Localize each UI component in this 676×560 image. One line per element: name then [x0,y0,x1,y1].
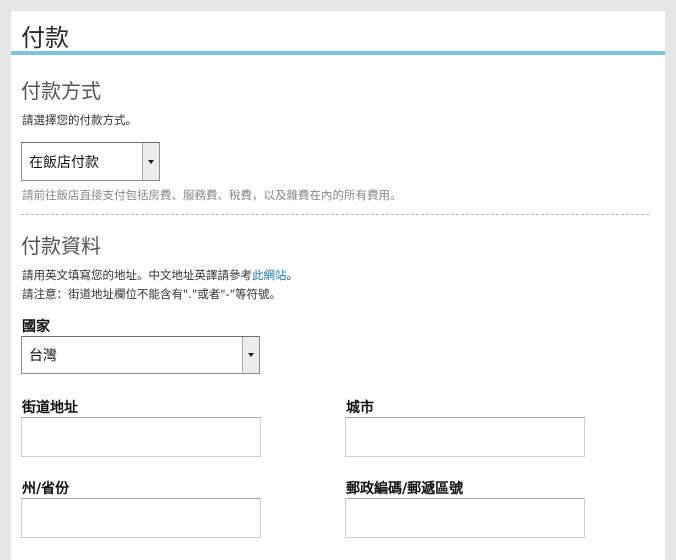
street-address-input[interactable] [21,417,261,457]
country-select[interactable]: 台灣 [21,336,260,374]
city-label: 城市 [346,400,374,416]
instruction-text: 請用英文填寫您的地址。中文地址英譯請參考 [22,268,252,282]
state-province-label: 州/省份 [22,481,70,497]
chevron-down-icon [248,353,254,357]
city-input[interactable] [345,417,585,457]
payment-info-instruction: 請用英文填寫您的地址。中文地址英譯請參考此網站。 [22,267,298,283]
payment-method-heading: 付款方式 [21,79,101,103]
page-title: 付款 [21,24,69,52]
dropdown-arrow-button[interactable] [142,143,159,180]
instruction-end: 。 [286,268,299,282]
payment-method-selected-value: 在飯店付款 [29,154,99,171]
chevron-down-icon [148,159,154,164]
payment-method-select[interactable]: 在飯店付款 [21,142,160,181]
street-address-label: 街道地址 [22,400,78,416]
title-divider [11,51,665,55]
reference-site-link[interactable]: 此網站 [252,268,287,282]
postal-code-label: 郵政編碼/郵遞區號 [346,481,464,497]
payment-panel: 付款 付款方式 請選擇您的付款方式。 在飯店付款 請前往飯店直接支付包括房費、服… [11,11,665,560]
payment-method-instruction: 請選擇您的付款方式。 [22,113,137,127]
street-caution-text: 請注意：街道地址欄位不能含有"."或者"-"等符號。 [22,287,281,301]
payment-method-note: 請前往飯店直接支付包括房費、服務費、稅費，以及雜費在內的所有費用。 [22,188,402,202]
section-divider [21,214,649,215]
country-label: 國家 [22,319,50,335]
dropdown-arrow-button[interactable] [242,337,259,373]
payment-info-heading: 付款資料 [21,234,101,258]
country-selected-value: 台灣 [29,348,57,364]
postal-code-input[interactable] [345,498,585,538]
state-province-input[interactable] [21,498,261,538]
